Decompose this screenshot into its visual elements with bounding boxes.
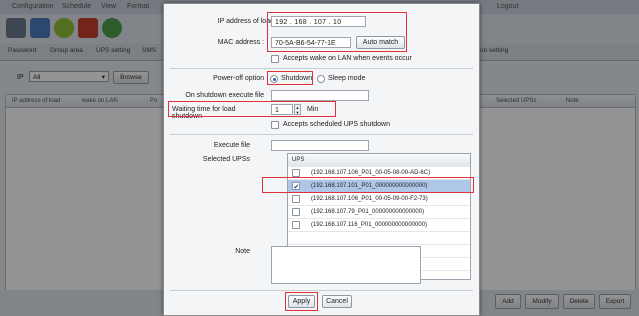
highlight-box: [267, 12, 407, 52]
highlight-box: [267, 71, 313, 85]
ups-checkbox[interactable]: [292, 195, 300, 203]
divider: [170, 68, 473, 69]
shutdown-exec-input[interactable]: [271, 90, 369, 101]
ip-address-label: IP address of load: [217, 18, 274, 25]
power-off-label: Power-off option: [213, 75, 264, 82]
ups-checkbox[interactable]: [292, 221, 300, 229]
divider: [170, 290, 473, 291]
cancel-button[interactable]: Cancel: [322, 295, 352, 308]
highlight-box: [262, 177, 474, 193]
execute-file-input[interactable]: [271, 140, 369, 151]
list-item[interactable]: (192.168.107.106_P01_00-05-09-00-F2-73): [288, 193, 470, 206]
accept-scheduled-checkbox[interactable]: [271, 121, 279, 129]
divider: [170, 134, 473, 135]
mac-address-label: MAC address :: [217, 39, 264, 46]
note-label: Note: [235, 248, 250, 255]
list-item[interactable]: (192.168.107.79_P01_000000000000000): [288, 206, 470, 219]
accept-scheduled-label: Accepts scheduled UPS shutdown: [283, 121, 391, 128]
highlight-box: [285, 292, 318, 311]
ups-checkbox[interactable]: [292, 208, 300, 216]
sleep-mode-radio[interactable]: [317, 75, 325, 83]
sleep-mode-label: Sleep mode: [328, 75, 366, 82]
execute-file-label: Execute file: [213, 142, 250, 149]
ups-checkbox[interactable]: [292, 169, 300, 177]
list-item: [288, 232, 470, 245]
wake-on-lan-checkbox[interactable]: [271, 55, 279, 63]
load-settings-dialog: IP address of load 192 . 168 . 107 . 10 …: [163, 3, 480, 316]
highlight-box: [168, 101, 336, 117]
wake-on-lan-label: Accepts wake on LAN when events occur: [283, 55, 412, 62]
list-item[interactable]: (192.168.107.116_P01_000000000000000): [288, 219, 470, 232]
selected-upss-label: Selected UPSs: [202, 156, 250, 163]
shutdown-exec-label: On shutdown execute file: [185, 92, 264, 99]
note-textarea[interactable]: [271, 246, 421, 284]
ups-list-header: UPS: [288, 154, 470, 167]
